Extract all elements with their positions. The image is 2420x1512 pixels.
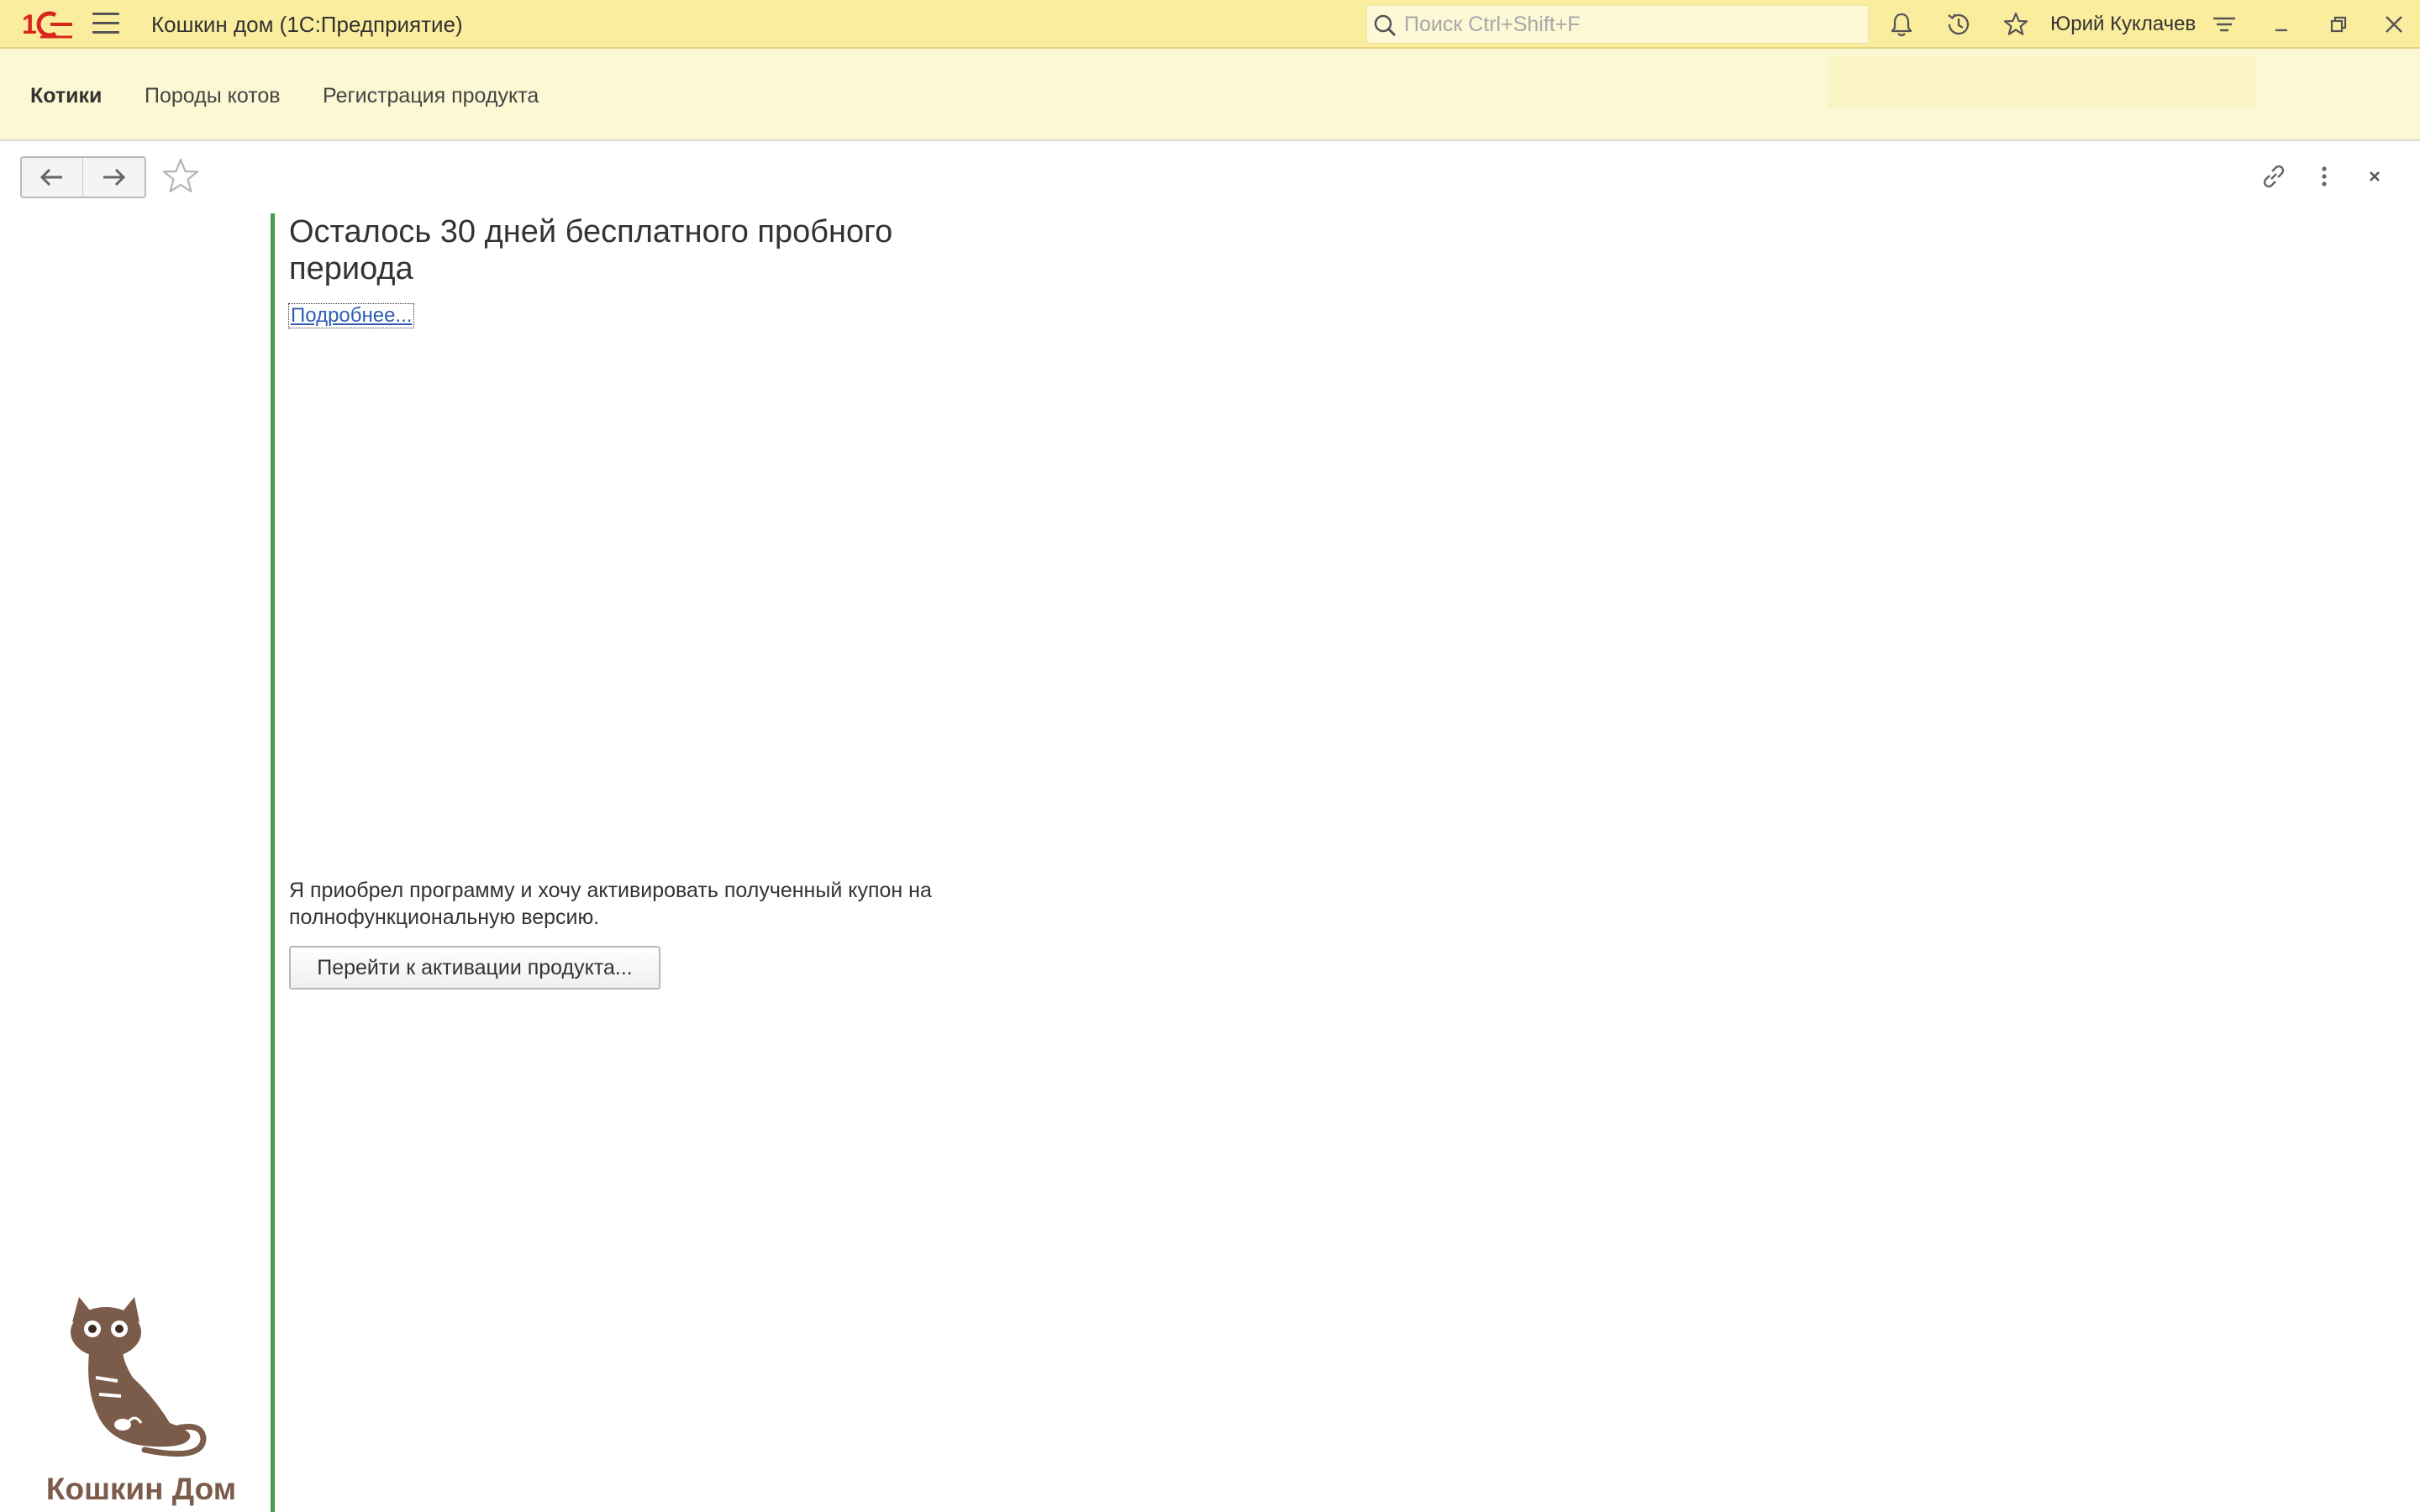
trial-headline: Осталось 30 дней бесплатного пробного пе…: [289, 214, 893, 286]
sections-panel: Котики Породы котов Регистрация продукта: [0, 49, 2420, 141]
1c-logo-icon[interactable]: 1: [20, 8, 74, 40]
brand-name: Кошкин Дом: [45, 1472, 237, 1506]
more-actions-icon[interactable]: [2307, 160, 2341, 193]
back-arrow-icon: [39, 168, 62, 186]
back-button[interactable]: [22, 158, 83, 197]
history-icon[interactable]: [1944, 10, 1973, 39]
user-name[interactable]: Юрий Куклачев: [2050, 13, 2196, 36]
minimize-icon[interactable]: [2267, 10, 2296, 39]
section-kotiki[interactable]: Котики: [30, 84, 102, 108]
more-info-link[interactable]: Подробнее...: [287, 303, 415, 328]
add-to-favorites-icon[interactable]: [160, 156, 202, 198]
search-input[interactable]: [1402, 9, 1856, 39]
panel-divider: [271, 213, 275, 1512]
restore-icon[interactable]: [2324, 10, 2353, 39]
function-menu-icon[interactable]: [2210, 10, 2238, 39]
coupon-description: Я приобрел программу и хочу активировать…: [289, 879, 932, 929]
section-registratsiya-produkta[interactable]: Регистрация продукта: [323, 84, 539, 108]
navigation-buttons: [20, 156, 146, 198]
search-box[interactable]: [1366, 5, 1869, 44]
title-bar: 1 Кошкин дом (1С:Предприятие) Юрий Кукла…: [0, 0, 2420, 49]
cat-logo-icon: [71, 1297, 207, 1457]
search-icon: [1374, 14, 1397, 37]
svg-text:1: 1: [22, 9, 37, 39]
favorites-star-icon[interactable]: [2002, 10, 2030, 39]
go-to-activation-button[interactable]: Перейти к активации продукта...: [289, 946, 660, 990]
forward-button[interactable]: [83, 158, 145, 197]
link-icon[interactable]: [2257, 160, 2291, 193]
forward-arrow-icon: [103, 168, 126, 186]
close-window-icon[interactable]: [2380, 10, 2408, 39]
bell-icon[interactable]: [1887, 10, 1916, 39]
app-title: Кошкин дом (1С:Предприятие): [151, 12, 463, 37]
sections-shade: [1828, 55, 2255, 108]
section-porody-kotov[interactable]: Породы котов: [145, 84, 281, 108]
close-form-icon[interactable]: [2358, 160, 2391, 193]
hamburger-menu-icon[interactable]: [92, 13, 119, 36]
